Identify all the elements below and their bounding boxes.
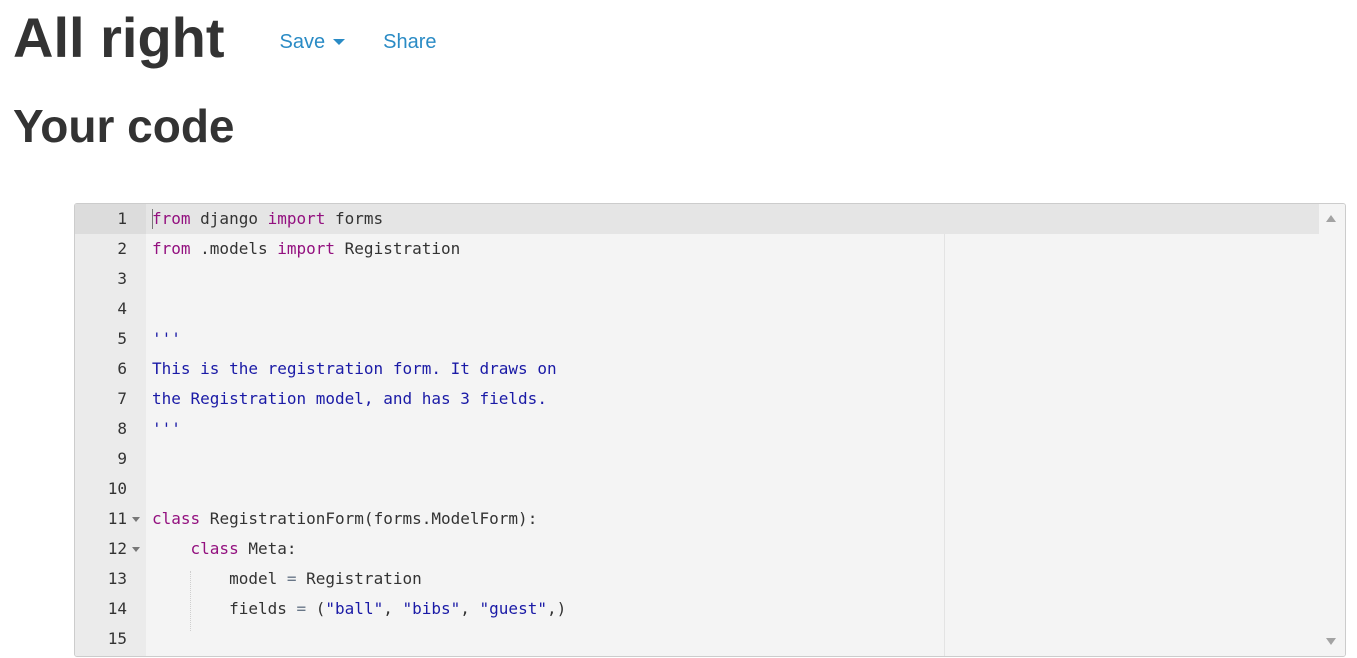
fold-arrow-icon[interactable]: [132, 517, 140, 522]
fold-arrow-icon[interactable]: [132, 547, 140, 552]
code-token: fields: [152, 599, 297, 618]
scroll-down-arrow-icon[interactable]: [1326, 638, 1336, 645]
code-token: Registration: [296, 569, 422, 588]
code-line[interactable]: 14 fields = ("ball", "bibs", "guest",): [75, 594, 1319, 624]
page-title: All right: [13, 6, 225, 69]
code-line[interactable]: 15: [75, 624, 1319, 654]
share-button[interactable]: Share: [383, 31, 436, 54]
string-token: "guest": [479, 599, 547, 618]
keyword-token: import: [277, 239, 336, 258]
code-line[interactable]: 3: [75, 264, 1319, 294]
string-token: "ball": [325, 599, 384, 618]
code-token: forms: [325, 209, 384, 228]
code-token: =: [286, 569, 297, 588]
indent-guide: [190, 571, 191, 631]
code-line[interactable]: 10: [75, 474, 1319, 504]
code-token: model: [152, 569, 287, 588]
code-line[interactable]: 1 from django import forms: [75, 204, 1319, 234]
header-actions: Save Share: [280, 31, 437, 54]
keyword-token: import: [267, 209, 326, 228]
code-text: class RegistrationForm(forms.ModelForm):: [152, 504, 537, 534]
scroll-up-arrow-icon[interactable]: [1326, 215, 1336, 222]
string-token: This is the registration form. It draws …: [152, 359, 557, 378]
code-token: .models: [190, 239, 278, 258]
code-text: ''': [152, 414, 181, 444]
code-line[interactable]: 12 class Meta:: [75, 534, 1319, 564]
line-number: 6: [117, 359, 127, 378]
line-number: 2: [117, 239, 127, 258]
line-number: 4: [117, 299, 127, 318]
string-token: ''': [152, 329, 181, 348]
vertical-scrollbar[interactable]: [1319, 204, 1345, 656]
code-token: django: [190, 209, 268, 228]
keyword-token: from: [152, 209, 191, 228]
code-line[interactable]: 5 ''': [75, 324, 1319, 354]
code-line[interactable]: 7 the Registration model, and has 3 field…: [75, 384, 1319, 414]
line-number: 7: [117, 389, 127, 408]
code-token: (: [306, 599, 326, 618]
code-line[interactable]: 9: [75, 444, 1319, 474]
line-number: 10: [107, 479, 127, 498]
string-token: "bibs": [402, 599, 461, 618]
code-text: This is the registration form. It draws …: [152, 354, 557, 384]
code-text: the Registration model, and has 3 fields…: [152, 384, 547, 414]
line-number: 1: [75, 204, 146, 234]
code-text: model = Registration: [152, 564, 422, 594]
code-token: Meta:: [238, 539, 297, 558]
save-button-label: Save: [279, 30, 326, 53]
code-line[interactable]: 13 model = Registration: [75, 564, 1319, 594]
code-text: class Meta:: [152, 534, 297, 564]
code-line[interactable]: 2 from .models import Registration: [75, 234, 1319, 264]
code-line[interactable]: 11 class RegistrationForm(forms.ModelForm…: [75, 504, 1319, 534]
page-header: All right Save Share: [13, 6, 437, 70]
code-token: Registration: [335, 239, 461, 258]
caret-down-icon: [333, 39, 346, 45]
code-text: fields = ("ball", "bibs", "guest",): [152, 594, 566, 624]
line-number: 15: [107, 629, 127, 648]
keyword-token: from: [152, 239, 191, 258]
code-editor[interactable]: 1 from django import forms 2 from .models i…: [74, 203, 1346, 657]
code-text: from .models import Registration: [152, 234, 460, 264]
section-title: Your code: [13, 100, 235, 152]
keyword-token: class: [190, 539, 239, 558]
string-token: the Registration model, and has 3 fields…: [152, 389, 547, 408]
line-number: 13: [107, 569, 127, 588]
line-number: 14: [107, 599, 127, 618]
save-dropdown-button[interactable]: Save: [280, 31, 346, 54]
keyword-token: class: [152, 509, 201, 528]
code-text: from django import forms: [152, 204, 383, 234]
code-line[interactable]: 8 ''': [75, 414, 1319, 444]
line-number: 5: [117, 329, 127, 348]
line-number: 8: [117, 419, 127, 438]
string-token: ''': [152, 419, 181, 438]
code-token: =: [296, 599, 307, 618]
code-token: ,: [460, 599, 480, 618]
code-token: ,: [383, 599, 403, 618]
code-token: ,): [546, 599, 567, 618]
code-token: RegistrationForm(forms.ModelForm):: [200, 509, 538, 528]
text-cursor: [152, 209, 153, 229]
code-line[interactable]: 6 This is the registration form. It draws…: [75, 354, 1319, 384]
code-text: ''': [152, 324, 181, 354]
line-number: 9: [117, 449, 127, 468]
code-line[interactable]: 4: [75, 294, 1319, 324]
line-number: 3: [117, 269, 127, 288]
